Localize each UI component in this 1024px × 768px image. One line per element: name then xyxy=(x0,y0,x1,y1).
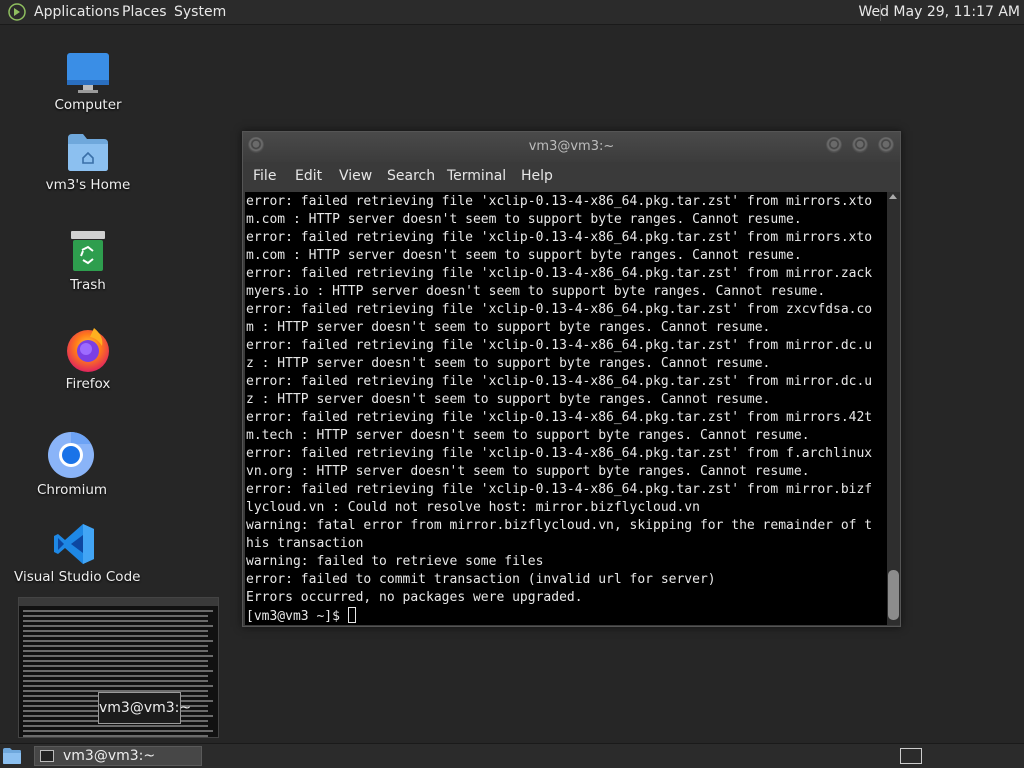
terminal-line: m.tech : HTTP server doesn't seem to sup… xyxy=(246,428,810,443)
terminal-line: warning: failed to retrieve some files xyxy=(246,554,544,569)
preview-text-row xyxy=(23,655,213,657)
preview-text-row xyxy=(23,615,208,617)
menu-edit[interactable]: Edit xyxy=(295,168,322,184)
minimize-icon[interactable] xyxy=(826,137,842,153)
terminal-line: lycloud.vn : Could not resolve host: mir… xyxy=(246,500,700,515)
firefox-icon xyxy=(67,328,109,372)
terminal-line: his transaction xyxy=(246,536,364,551)
show-desktop-icon[interactable] xyxy=(2,747,22,765)
desktop-icon-label: Trash xyxy=(70,277,106,293)
clock[interactable]: Wed May 29, 11:17 AM xyxy=(858,0,1020,25)
window-switcher-preview[interactable]: vm3@vm3:~ xyxy=(18,597,219,738)
terminal-line: m.com : HTTP server doesn't seem to supp… xyxy=(246,248,802,263)
trash-icon xyxy=(71,231,105,271)
terminal-line: error: failed retrieving file 'xclip-0.1… xyxy=(246,230,873,245)
terminal-prompt-line: [vm3@vm3 ~]$ xyxy=(246,607,872,625)
scroll-up-arrow-icon[interactable] xyxy=(889,194,897,199)
terminal-output[interactable]: error: failed retrieving file 'xclip-0.1… xyxy=(245,192,887,625)
preview-text-row xyxy=(23,665,208,667)
taskbar-item-terminal[interactable]: vm3@vm3:~ xyxy=(34,746,202,766)
home-folder-icon xyxy=(68,134,108,171)
terminal-line: error: failed retrieving file 'xclip-0.1… xyxy=(246,302,873,317)
desktop-icon-firefox[interactable]: Firefox xyxy=(48,326,128,394)
terminal-line: warning: fatal error from mirror.bizflyc… xyxy=(246,518,873,533)
terminal-line: error: failed retrieving file 'xclip-0.1… xyxy=(246,266,873,281)
workspace-switcher[interactable] xyxy=(900,748,922,764)
desktop-icon-label: Chromium xyxy=(36,482,108,498)
vscode-icon xyxy=(54,524,94,564)
menu-places[interactable]: Places xyxy=(122,0,167,25)
terminal-line: error: failed retrieving file 'xclip-0.1… xyxy=(246,194,873,209)
desktop-icon-vscode[interactable]: Visual Studio Code xyxy=(14,520,141,586)
desktop-icon-label: Visual Studio Code xyxy=(14,569,141,585)
bottom-panel: vm3@vm3:~ xyxy=(0,743,1024,768)
terminal-line: m : HTTP server doesn't seem to support … xyxy=(246,320,771,335)
terminal-line: error: failed to commit transaction (inv… xyxy=(246,572,716,587)
desktop-icon-label: vm3's Home xyxy=(45,177,131,193)
terminal-line: error: failed retrieving file 'xclip-0.1… xyxy=(246,338,873,353)
preview-text-row xyxy=(23,660,208,662)
preview-text-row xyxy=(23,735,208,737)
preview-text-row xyxy=(23,680,208,682)
menu-system[interactable]: System xyxy=(174,0,226,25)
terminal-window[interactable]: vm3@vm3:~ File Edit View Search Terminal… xyxy=(242,131,901,627)
preview-text-row xyxy=(23,730,213,732)
desktop-icon-chromium[interactable]: Chromium xyxy=(32,430,112,498)
preview-text-row xyxy=(23,725,208,727)
preview-text-row xyxy=(23,625,213,627)
close-icon[interactable] xyxy=(878,137,894,153)
preview-text-row xyxy=(23,610,213,612)
maximize-icon[interactable] xyxy=(852,137,868,153)
desktop-icon-computer[interactable]: Computer xyxy=(48,50,128,116)
terminal-line: error: failed retrieving file 'xclip-0.1… xyxy=(246,446,873,461)
preview-text-row xyxy=(23,635,208,637)
terminal-menubar: File Edit View Search Terminal Help xyxy=(243,162,900,192)
computer-icon xyxy=(67,53,109,93)
scrollbar-thumb[interactable] xyxy=(888,570,899,620)
terminal-lines: error: failed retrieving file 'xclip-0.1… xyxy=(246,193,872,625)
menu-search[interactable]: Search xyxy=(387,168,435,184)
preview-text-row xyxy=(23,650,208,652)
terminal-line: error: failed retrieving file 'xclip-0.1… xyxy=(246,410,873,425)
preview-text-row xyxy=(23,620,208,622)
preview-menubar xyxy=(19,598,218,606)
chromium-icon xyxy=(48,432,94,478)
desktop-icon-label: Computer xyxy=(54,97,122,113)
menu-applications[interactable]: Applications xyxy=(34,0,120,25)
menu-view[interactable]: View xyxy=(339,168,372,184)
window-title: vm3@vm3:~ xyxy=(528,139,615,154)
terminal-line: m.com : HTTP server doesn't seem to supp… xyxy=(246,212,802,227)
terminal-line: myers.io : HTTP server doesn't seem to s… xyxy=(246,284,826,299)
preview-window-label: vm3@vm3:~ xyxy=(98,692,191,724)
terminal-line: error: failed retrieving file 'xclip-0.1… xyxy=(246,374,873,389)
desktop-icon-trash[interactable]: Trash xyxy=(48,228,128,294)
preview-text-row xyxy=(23,675,208,677)
preview-text-row xyxy=(23,645,208,647)
preview-text-row xyxy=(23,630,208,632)
text-cursor xyxy=(347,607,356,623)
menu-help[interactable]: Help xyxy=(521,168,553,184)
distro-logo-icon[interactable] xyxy=(8,3,26,21)
preview-text-row xyxy=(23,685,213,687)
preview-text-row xyxy=(23,640,213,642)
taskbar-item-label: vm3@vm3:~ xyxy=(63,748,156,764)
menu-terminal[interactable]: Terminal xyxy=(447,168,506,184)
desktop-icon-home[interactable]: vm3's Home xyxy=(38,130,138,196)
terminal-icon xyxy=(40,750,54,762)
preview-text-row xyxy=(23,670,213,672)
terminal-line: error: failed retrieving file 'xclip-0.1… xyxy=(246,482,873,497)
terminal-line: z : HTTP server doesn't seem to support … xyxy=(246,356,771,371)
desktop-icon-label: Firefox xyxy=(65,376,111,392)
terminal-line: Errors occurred, no packages were upgrad… xyxy=(246,590,583,605)
terminal-line: z : HTTP server doesn't seem to support … xyxy=(246,392,771,407)
window-titlebar[interactable]: vm3@vm3:~ xyxy=(243,132,900,162)
shell-prompt: [vm3@vm3 ~]$ xyxy=(246,609,348,624)
top-panel: Applications Places System Wed May 29, 1… xyxy=(0,0,1024,25)
terminal-scrollbar[interactable] xyxy=(887,192,900,625)
terminal-line: vn.org : HTTP server doesn't seem to sup… xyxy=(246,464,810,479)
menu-file[interactable]: File xyxy=(253,168,276,184)
